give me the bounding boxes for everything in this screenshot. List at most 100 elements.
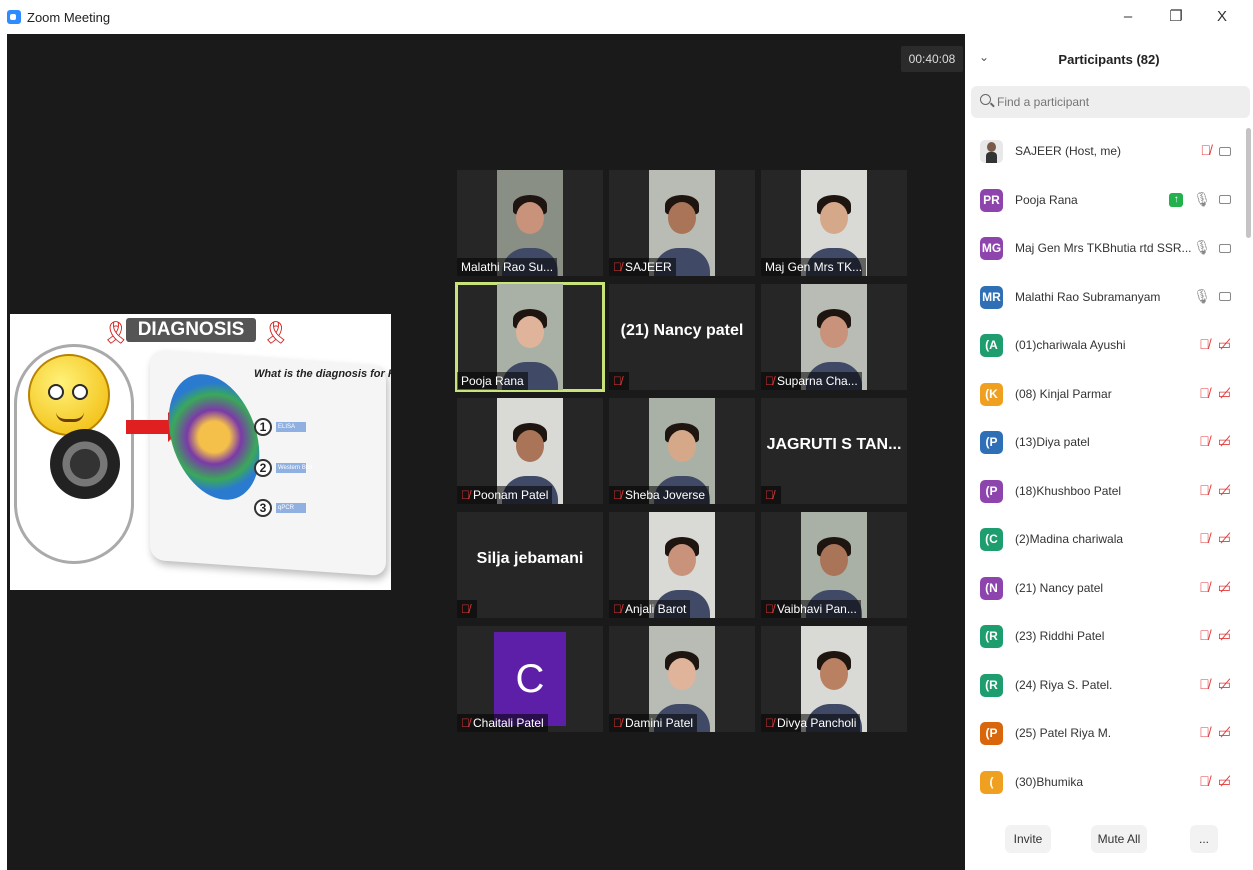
mute-all-button[interactable]: Mute All xyxy=(1091,825,1147,853)
camera-off-icon[interactable]: ▭̸ xyxy=(1218,336,1231,352)
mic-icon[interactable]: 🎙 xyxy=(1193,191,1211,207)
mic-off-icon: 🎙̸ xyxy=(765,716,774,730)
mic-off-icon[interactable]: 🎙̸ xyxy=(1199,482,1210,498)
camera-icon[interactable] xyxy=(1219,292,1231,302)
video-tile[interactable]: 🎙̸ Poonam Patel xyxy=(457,398,603,504)
video-tile[interactable]: Silja jebamani 🎙̸ xyxy=(457,512,603,618)
video-tile[interactable]: (21) Nancy patel 🎙̸ xyxy=(609,284,755,390)
avatar: MG xyxy=(980,237,1003,260)
mic-off-icon[interactable]: 🎙̸ xyxy=(1199,336,1210,352)
participant-row[interactable]: PR Pooja Rana ↑ 🎙 xyxy=(965,177,1243,225)
tile-name: Vaibhavi Pan... xyxy=(777,602,857,616)
mic-icon[interactable]: 🎙 xyxy=(1193,239,1211,255)
participant-name: (01)chariwala Ayushi xyxy=(1015,338,1126,352)
mic-off-icon[interactable]: 🎙̸ xyxy=(1201,142,1212,158)
participant-display-name: (21) Nancy patel xyxy=(620,322,744,339)
slide-step-bar: ELISA xyxy=(276,422,306,432)
tile-name: Suparna Cha... xyxy=(777,374,858,388)
participant-row[interactable]: (P (25) Patel Riya M. 🎙̸ ▭̸ xyxy=(965,710,1243,758)
tile-name-bar: 🎙̸ xyxy=(457,600,477,618)
mic-off-icon[interactable]: 🎙̸ xyxy=(1199,579,1210,595)
participant-status: 🎙̸ xyxy=(1201,142,1231,158)
video-tile[interactable]: C 🎙̸ Chaitali Patel xyxy=(457,626,603,732)
mic-off-icon[interactable]: 🎙̸ xyxy=(1199,627,1210,643)
participant-row[interactable]: MR Malathi Rao Subramanyam 🎙 xyxy=(965,274,1243,322)
mic-off-icon[interactable]: 🎙̸ xyxy=(1199,385,1210,401)
tile-name-bar: 🎙̸ xyxy=(609,372,629,390)
video-tile[interactable]: 🎙̸ Suparna Cha... xyxy=(761,284,907,390)
avatar: (R xyxy=(980,625,1003,648)
participant-status: ↑ 🎙 xyxy=(1169,191,1231,208)
mic-icon[interactable]: 🎙 xyxy=(1193,288,1211,304)
mic-off-icon: 🎙̸ xyxy=(765,488,774,502)
camera-off-icon[interactable]: ▭̸ xyxy=(1218,724,1231,740)
tile-name-bar: Malathi Rao Su... xyxy=(457,258,558,276)
mic-off-icon: 🎙̸ xyxy=(461,488,470,502)
camera-off-icon[interactable]: ▭̸ xyxy=(1218,627,1231,643)
participant-status: 🎙̸ ▭̸ xyxy=(1199,579,1231,596)
camera-icon[interactable] xyxy=(1219,243,1231,253)
mic-off-icon[interactable]: 🎙̸ xyxy=(1199,676,1210,692)
camera-off-icon[interactable]: ▭̸ xyxy=(1218,433,1231,449)
video-tile[interactable]: Pooja Rana xyxy=(455,282,605,392)
tile-name: Damini Patel xyxy=(625,716,694,730)
camera-off-icon[interactable]: ▭̸ xyxy=(1218,530,1231,546)
scrollbar[interactable] xyxy=(1246,128,1251,238)
more-options-button[interactable]: ... xyxy=(1190,825,1218,853)
avatar: MR xyxy=(980,285,1003,309)
slide-step-number: 3 xyxy=(254,499,272,517)
mic-off-icon: 🎙̸ xyxy=(461,602,470,616)
participant-row[interactable]: (R (23) Riddhi Patel 🎙̸ ▭̸ xyxy=(965,613,1243,661)
tile-name-bar: Maj Gen Mrs TK... xyxy=(761,258,867,276)
close-button[interactable]: X xyxy=(1206,6,1238,28)
avatar xyxy=(980,140,1003,163)
participant-row[interactable]: (C (2)Madina chariwala 🎙̸ ▭̸ xyxy=(965,516,1243,564)
stethoscope-icon xyxy=(50,429,120,499)
video-tile[interactable]: JAGRUTI S TAN... 🎙̸ xyxy=(761,398,907,504)
avatar: ( xyxy=(980,770,1003,794)
invite-button[interactable]: Invite xyxy=(1005,825,1051,853)
participant-row[interactable]: (A (01)chariwala Ayushi 🎙̸ ▭̸ xyxy=(965,322,1243,370)
camera-off-icon[interactable]: ▭̸ xyxy=(1218,676,1231,692)
video-tile[interactable]: 🎙̸ SAJEER xyxy=(609,170,755,276)
slide-step-number: 1 xyxy=(254,418,272,436)
video-tile[interactable]: 🎙̸ Vaibhavi Pan... xyxy=(761,512,907,618)
mic-off-icon: 🎙̸ xyxy=(461,716,470,730)
camera-off-icon[interactable]: ▭̸ xyxy=(1218,482,1231,498)
participant-row[interactable]: (P (13)Diya patel 🎙̸ ▭̸ xyxy=(965,419,1243,467)
participant-row[interactable]: (R (24) Riya S. Patel. 🎙̸ ▭̸ xyxy=(965,662,1243,710)
camera-off-icon[interactable]: ▭̸ xyxy=(1218,773,1231,789)
participant-row[interactable]: ((30)Bhumika 🎙̸ ▭̸ xyxy=(965,759,1243,805)
minimize-button[interactable]: – xyxy=(1112,6,1144,28)
title-bar: Zoom Meeting – ❐ X xyxy=(0,0,1253,34)
shared-screen[interactable]: 🎗 DIAGNOSIS 🎗 What is the diagnosis for … xyxy=(10,314,391,590)
video-tile[interactable]: 🎙̸ Sheba Joverse xyxy=(609,398,755,504)
search-icon xyxy=(980,94,991,105)
restore-button[interactable]: ❐ xyxy=(1160,6,1192,28)
camera-icon[interactable] xyxy=(1219,146,1231,156)
camera-off-icon[interactable]: ▭̸ xyxy=(1218,385,1231,401)
mic-off-icon[interactable]: 🎙̸ xyxy=(1199,773,1210,789)
mic-off-icon[interactable]: 🎙̸ xyxy=(1199,530,1210,546)
participant-search-input[interactable] xyxy=(997,92,1237,112)
mic-off-icon[interactable]: 🎙̸ xyxy=(1199,724,1210,740)
tile-name-bar: 🎙̸ Sheba Joverse xyxy=(609,486,710,504)
video-tile[interactable]: 🎙̸ Damini Patel xyxy=(609,626,755,732)
video-tile[interactable]: Maj Gen Mrs TK... xyxy=(761,170,907,276)
video-tile[interactable]: 🎙̸ Divya Pancholi xyxy=(761,626,907,732)
arrow-icon xyxy=(126,412,184,442)
mic-off-icon[interactable]: 🎙̸ xyxy=(1199,433,1210,449)
camera-icon[interactable] xyxy=(1219,195,1231,205)
participant-row[interactable]: MG Maj Gen Mrs TKBhutia rtd SSR... 🎙 xyxy=(965,225,1243,273)
participant-display-name: JAGRUTI S TAN... xyxy=(766,436,902,453)
participant-list: SAJEER (Host, me) 🎙̸ PR Pooja Rana ↑ 🎙 MG Maj G… xyxy=(965,128,1243,804)
participant-row[interactable]: (K (08) Kinjal Parmar 🎙̸ ▭̸ xyxy=(965,371,1243,419)
video-tile[interactable]: 🎙̸ Anjali Barot xyxy=(609,512,755,618)
tile-name-bar: Pooja Rana xyxy=(457,372,528,390)
camera-off-icon[interactable]: ▭̸ xyxy=(1218,579,1231,595)
avatar: (C xyxy=(980,528,1003,551)
video-tile[interactable]: Malathi Rao Su... xyxy=(457,170,603,276)
participant-row[interactable]: (P (18)Khushboo Patel 🎙̸ ▭̸ xyxy=(965,468,1243,516)
participant-row[interactable]: (N (21) Nancy patel 🎙̸ ▭̸ xyxy=(965,565,1243,613)
participant-row[interactable]: SAJEER (Host, me) 🎙̸ xyxy=(965,128,1243,176)
